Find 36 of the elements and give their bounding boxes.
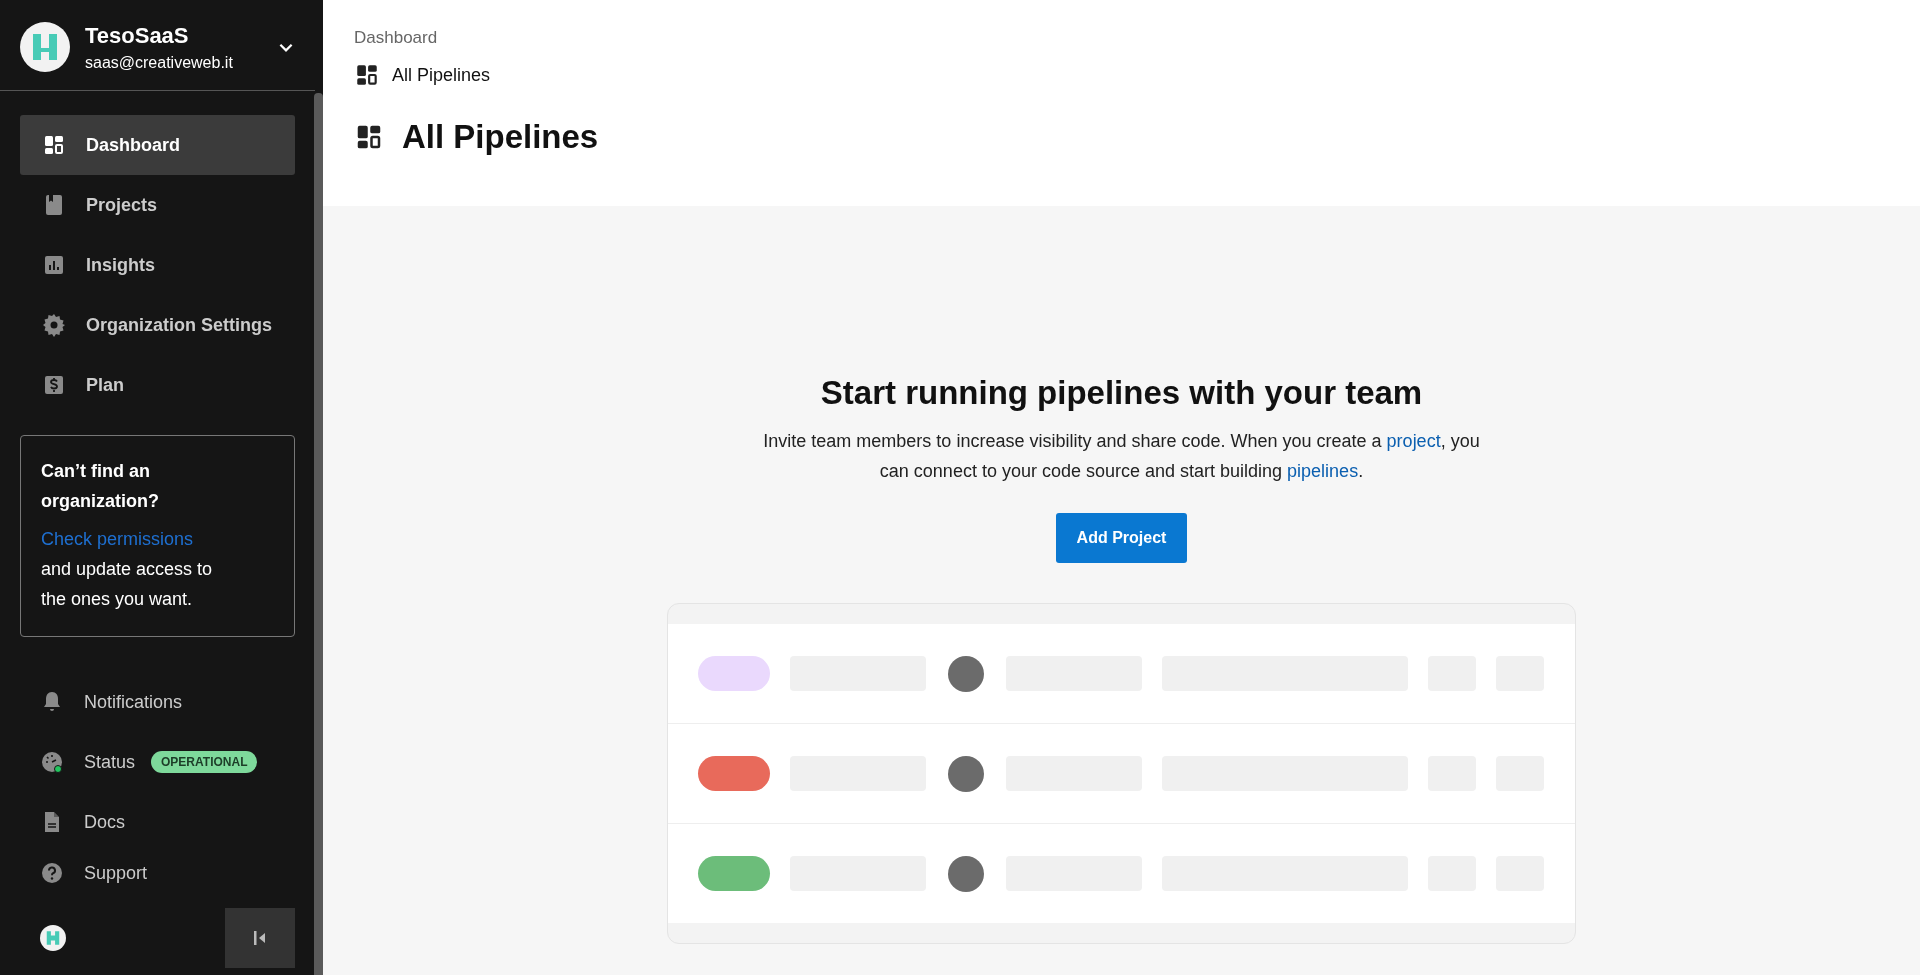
page-title: All Pipelines xyxy=(402,118,599,156)
footer-nav-item[interactable]: Notifications xyxy=(40,690,183,714)
avatar-placeholder xyxy=(948,855,984,892)
check-permissions-link[interactable]: Check permissions xyxy=(41,529,194,549)
account-name: TesoSaaS xyxy=(85,22,190,49)
nav-item[interactable]: Projects xyxy=(20,175,295,235)
nav-item[interactable]: Organization Settings xyxy=(20,295,295,355)
dashboard-icon xyxy=(354,62,380,88)
bar-chart-icon xyxy=(42,253,66,277)
scrollbar[interactable] xyxy=(314,93,323,975)
notice-text: Check permissions and update access to the ones you want. xyxy=(41,528,214,611)
nav-item[interactable]: Dashboard xyxy=(20,115,295,175)
footer-nav-item[interactable]: Status xyxy=(40,750,136,774)
status-badge: OPERATIONAL xyxy=(151,751,258,773)
logo-avatar-icon[interactable] xyxy=(40,925,66,951)
footer-nav-item[interactable]: Support xyxy=(40,861,148,885)
breadcrumb-current: All Pipelines xyxy=(392,64,491,86)
settings-icon xyxy=(42,313,66,337)
avatar-placeholder xyxy=(948,755,984,792)
gauge-icon xyxy=(40,750,64,774)
nav-item[interactable]: Insights xyxy=(20,235,295,295)
notice-title: Can’t find an organization? xyxy=(41,460,160,513)
avatar-placeholder xyxy=(948,655,984,692)
logo-avatar-icon xyxy=(20,22,70,72)
empty-state-heading: Start running pipelines with your team xyxy=(820,374,1423,412)
nav-item[interactable]: Plan xyxy=(20,355,295,415)
dashboard-icon xyxy=(42,133,66,157)
dollar-icon xyxy=(42,373,66,397)
add-project-button[interactable]: Add Project xyxy=(1056,513,1187,563)
account-email: saas@creativeweb.it xyxy=(85,53,234,72)
pipelines-link[interactable]: pipelines xyxy=(1287,461,1359,481)
footer-nav-item[interactable]: Docs xyxy=(40,810,125,834)
breadcrumb-link[interactable]: Dashboard xyxy=(354,28,1889,48)
help-icon xyxy=(40,861,64,885)
empty-state-text: Invite team members to increase visibility and share code. When you create a project, you can connect to your code source and start building pipelines. xyxy=(762,430,1481,483)
project-link[interactable]: project xyxy=(1386,431,1441,451)
